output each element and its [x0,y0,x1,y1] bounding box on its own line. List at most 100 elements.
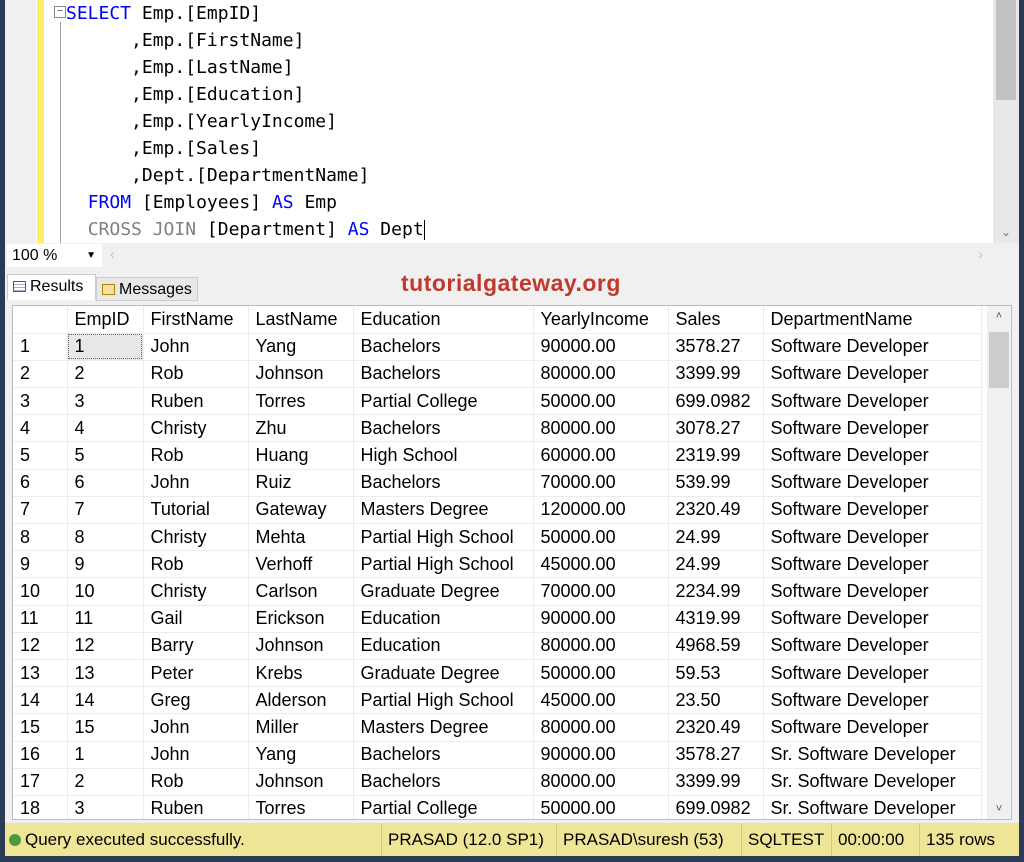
table-cell[interactable]: Graduate Degree [353,577,534,606]
scroll-left-icon[interactable]: ‹ [110,246,115,262]
table-cell[interactable]: 50000.00 [533,659,669,688]
table-row[interactable]: 9 9 Rob Verhoff Partial High School 45000.00 2… [13,550,982,579]
table-cell[interactable]: Peter [143,659,249,688]
column-header[interactable]: FirstName [143,306,249,334]
table-cell[interactable]: Rob [143,550,249,579]
table-cell[interactable]: 4 [67,414,144,443]
grid-scrollbar[interactable]: ˄ ˅ [987,306,1011,819]
table-cell[interactable]: 5 [67,441,144,470]
table-cell[interactable]: Verhoff [248,550,354,579]
table-cell[interactable]: 539.99 [668,469,764,497]
table-row[interactable]: 15 15 John Miller Masters Degree 80000.00 2320… [13,713,982,742]
table-cell[interactable]: 4968.59 [668,632,764,660]
table-cell[interactable]: Christy [143,414,249,443]
table-cell[interactable]: 4319.99 [668,605,764,633]
table-cell[interactable]: 70000.00 [533,469,669,497]
table-cell[interactable]: 6 [67,469,144,497]
table-cell[interactable]: Partial High School [353,550,534,579]
code-line[interactable]: ,Emp.[Education] [66,81,304,108]
table-cell[interactable]: Sr. Software Developer [763,741,982,769]
column-header[interactable]: DepartmentName [763,306,982,334]
table-cell[interactable]: Tutorial [143,496,249,525]
table-cell[interactable]: John [143,469,249,497]
table-cell[interactable]: Rob [143,768,249,796]
table-cell[interactable]: Krebs [248,659,354,688]
column-header[interactable]: LastName [248,306,354,334]
table-row[interactable]: 2 2 Rob Johnson Bachelors 80000.00 3399.99 Soft… [13,360,982,389]
row-number[interactable]: 16 [13,741,68,769]
row-number[interactable]: 11 [13,605,68,633]
row-number[interactable]: 12 [13,632,68,660]
table-row[interactable]: 10 10 Christy Carlson Graduate Degree 70000.0… [13,577,982,606]
table-row[interactable]: 5 5 Rob Huang High School 60000.00 2319.99 Soft… [13,441,982,470]
column-header[interactable]: Education [353,306,534,334]
table-cell[interactable]: 7 [67,496,144,525]
table-cell[interactable]: Software Developer [763,686,982,715]
zoom-select[interactable]: 100 % ▼ [7,244,102,267]
table-cell[interactable]: 45000.00 [533,550,669,579]
tab-messages[interactable]: Messages [96,277,198,301]
table-cell[interactable]: 45000.00 [533,686,669,715]
table-cell[interactable]: Software Developer [763,523,982,552]
table-cell[interactable]: 3578.27 [668,333,764,361]
table-cell[interactable]: Bachelors [353,414,534,443]
table-cell[interactable]: Miller [248,713,354,742]
column-header[interactable] [13,306,68,334]
table-cell[interactable]: 1 [67,741,144,769]
row-number[interactable]: 17 [13,768,68,796]
table-cell[interactable]: 14 [67,686,144,715]
table-cell[interactable]: Rob [143,360,249,389]
table-cell[interactable]: 3578.27 [668,741,764,769]
table-cell[interactable]: 3 [67,795,144,819]
table-cell[interactable]: 2 [67,360,144,389]
table-row[interactable]: 4 4 Christy Zhu Bachelors 80000.00 3078.27 Soft… [13,414,982,443]
table-cell[interactable]: Masters Degree [353,713,534,742]
table-cell[interactable]: 80000.00 [533,360,669,389]
table-cell[interactable]: 23.50 [668,686,764,715]
table-cell[interactable]: Sr. Software Developer [763,768,982,796]
table-cell[interactable]: Software Developer [763,496,982,525]
table-cell[interactable]: Masters Degree [353,496,534,525]
code-line[interactable]: SELECT Emp.[EmpID] [66,0,261,27]
table-cell[interactable]: Zhu [248,414,354,443]
table-cell[interactable]: 50000.00 [533,795,669,819]
editor-scrollbar[interactable]: ⌄ [993,0,1019,243]
scroll-down-icon[interactable]: ˅ [987,803,1011,815]
table-cell[interactable]: 15 [67,713,144,742]
table-cell[interactable]: Graduate Degree [353,659,534,688]
table-cell[interactable]: Ruben [143,795,249,819]
table-cell[interactable]: Education [353,632,534,660]
table-cell[interactable]: Partial High School [353,686,534,715]
table-cell[interactable]: 3078.27 [668,414,764,443]
table-cell[interactable]: Huang [248,441,354,470]
table-cell[interactable]: Christy [143,523,249,552]
table-cell[interactable]: Bachelors [353,768,534,796]
table-cell[interactable]: Torres [248,795,354,819]
table-cell[interactable]: 2320.49 [668,713,764,742]
table-cell[interactable]: 120000.00 [533,496,669,525]
row-number[interactable]: 15 [13,713,68,742]
table-cell[interactable]: Software Developer [763,414,982,443]
table-cell[interactable]: Software Developer [763,360,982,389]
column-header[interactable]: YearlyIncome [533,306,669,334]
table-cell[interactable]: Mehta [248,523,354,552]
table-cell[interactable]: Education [353,605,534,633]
table-cell[interactable]: Erickson [248,605,354,633]
table-cell[interactable]: Partial High School [353,523,534,552]
code-line[interactable]: FROM [Employees] AS Emp [66,189,337,216]
table-cell[interactable]: Johnson [248,632,354,660]
table-cell[interactable]: Partial College [353,387,534,416]
scroll-thumb[interactable] [996,0,1016,100]
row-number[interactable]: 7 [13,496,68,525]
row-number[interactable]: 18 [13,795,68,819]
table-cell[interactable]: Software Developer [763,387,982,416]
table-cell[interactable]: 59.53 [668,659,764,688]
table-cell[interactable]: 10 [67,577,144,606]
row-number[interactable]: 9 [13,550,68,579]
scroll-down-icon[interactable]: ⌄ [993,225,1019,239]
table-cell[interactable]: 11 [67,605,144,633]
table-cell[interactable]: 3399.99 [668,768,764,796]
row-number[interactable]: 8 [13,523,68,552]
table-cell[interactable]: 90000.00 [533,605,669,633]
code-line[interactable]: ,Emp.[FirstName] [66,27,304,54]
